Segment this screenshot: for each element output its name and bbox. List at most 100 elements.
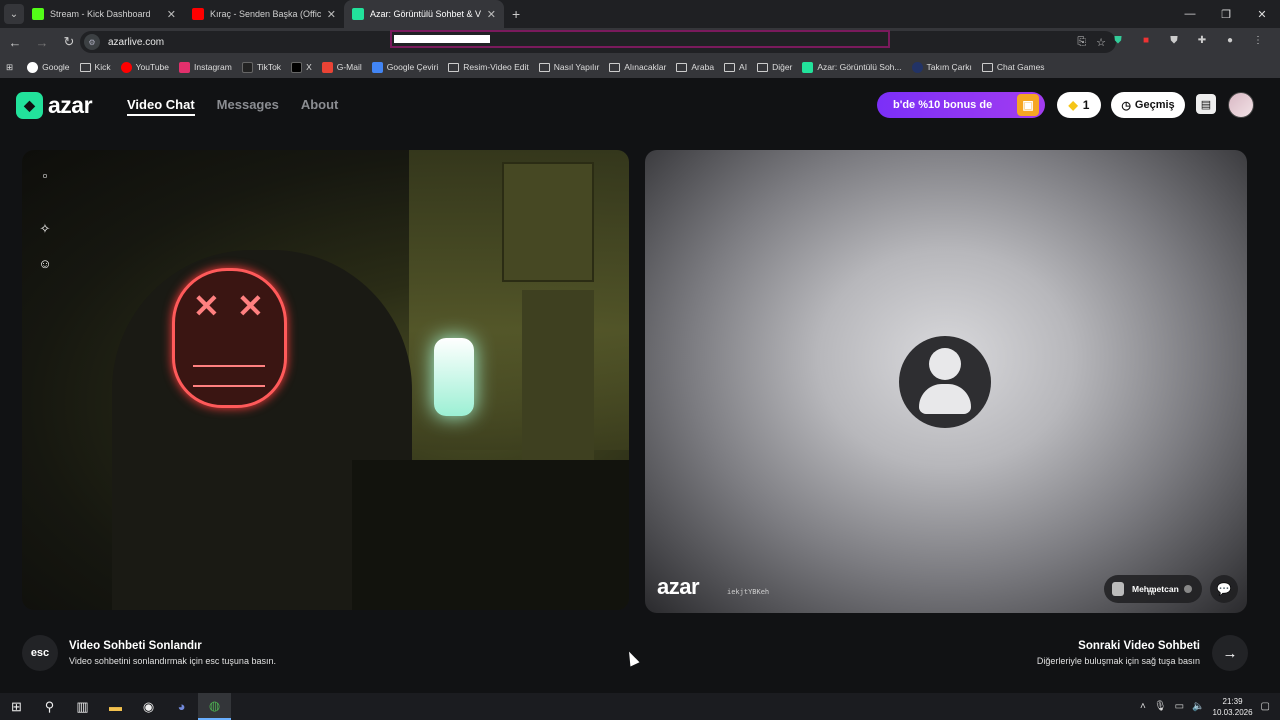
clock[interactable]: 21:39 10.03.2026	[1213, 696, 1253, 718]
notification-icon[interactable]: ▢	[1261, 701, 1270, 712]
history-button[interactable]: ◷ Geçmiş	[1111, 92, 1185, 118]
mouse-cursor	[624, 649, 640, 667]
gem-counter[interactable]: ◆ 1	[1057, 92, 1101, 118]
folder-icon	[981, 62, 993, 72]
bookmark-ai[interactable]: AI	[724, 62, 747, 72]
led-mask: ✕ ✕	[172, 268, 287, 408]
bookmark-tiktok[interactable]: TikTok	[241, 61, 281, 73]
azar-logo[interactable]: ◆ azar	[16, 92, 93, 119]
obs-icon[interactable]: ◉	[132, 693, 165, 720]
bookmark-gmail[interactable]: G-Mail	[321, 61, 362, 73]
nav-video-chat[interactable]: Video Chat	[127, 97, 195, 116]
bookmark-label: Instagram	[194, 62, 232, 72]
bookmark-label: Resim-Video Edit	[463, 62, 529, 72]
close-icon[interactable]: ✕	[487, 8, 496, 21]
promo-text: b'de %10 bonus de	[893, 99, 993, 111]
chrome-icon[interactable]: ◍	[198, 693, 231, 720]
local-video: ✕ ✕	[22, 150, 629, 610]
nav-messages[interactable]: Messages	[217, 97, 279, 116]
tab-kick-dashboard[interactable]: Stream - Kick Dashboard ✕	[24, 0, 184, 28]
site-info-icon[interactable]: ⚙	[84, 34, 100, 50]
minimize-icon[interactable]: —	[1172, 0, 1208, 28]
bookmark-label: Kick	[94, 62, 111, 72]
bookmark-google[interactable]: Google	[27, 61, 70, 73]
end-chat-title: Video Sohbeti Sonlandır	[69, 640, 202, 652]
clock-icon: ◷	[1121, 99, 1131, 112]
bookmark-x[interactable]: X	[291, 61, 312, 73]
image-icon[interactable]: ▫	[34, 164, 56, 186]
shop-icon[interactable]: ▤	[1196, 94, 1216, 114]
bookmark-takim-carki[interactable]: Takım Çarkı	[911, 61, 972, 73]
close-icon[interactable]: ✕	[327, 8, 336, 21]
bookmark-label: X	[306, 62, 312, 72]
peer-country: TR	[1147, 591, 1155, 597]
search-icon[interactable]: ⚲	[33, 693, 66, 720]
start-icon[interactable]: ⊞	[0, 693, 33, 720]
chevron-up-icon[interactable]: ˄	[1140, 701, 1146, 712]
history-label: Geçmiş	[1134, 99, 1175, 111]
gem-count: 1	[1082, 98, 1090, 112]
restore-icon[interactable]: ❐	[1208, 0, 1244, 28]
bookmark-azar[interactable]: Azar: Görüntülü Soh...	[802, 61, 902, 73]
bookmark-instagram[interactable]: Instagram	[179, 61, 232, 73]
logo-text: azar	[48, 92, 93, 118]
system-tray: ˄ 🎙 ▭ 🔈 21:39 10.03.2026 ▢	[1140, 693, 1270, 720]
extension-red-icon[interactable]: ■	[1138, 32, 1154, 48]
placeholder-body	[919, 384, 971, 414]
nav-about[interactable]: About	[301, 97, 339, 116]
mask-eye: ✕	[237, 288, 264, 324]
bookmark-star-icon[interactable]: ☆	[1096, 36, 1106, 49]
file-explorer-icon[interactable]: ▬	[99, 693, 132, 720]
new-tab-button[interactable]: +	[512, 6, 520, 22]
bookmark-google-ceviri[interactable]: Google Çeviri	[371, 61, 438, 73]
desk	[352, 460, 629, 610]
end-chat-button[interactable]: esc	[22, 635, 58, 671]
task-view-icon[interactable]: ▥	[66, 693, 99, 720]
bookmark-araba[interactable]: Araba	[676, 62, 714, 72]
bookmark-label: Chat Games	[996, 62, 1045, 72]
apps-icon[interactable]: ⊞	[6, 62, 13, 73]
sticker-icon[interactable]: ☺	[34, 252, 56, 274]
install-icon[interactable]: ⎘	[1077, 36, 1086, 49]
bookmark-kick[interactable]: Kick	[79, 62, 111, 72]
chat-bubble-icon[interactable]: 💬	[1210, 575, 1238, 603]
discord-icon[interactable]: ◕	[165, 693, 198, 720]
peer-badge[interactable]: Mehmetcan TR	[1104, 575, 1202, 603]
tiktok-icon	[241, 61, 253, 73]
avatar[interactable]	[1228, 92, 1254, 118]
profile-icon[interactable]: ●	[1222, 32, 1238, 48]
network-icon[interactable]: ▭	[1175, 701, 1184, 712]
tab-azar[interactable]: Azar: Görüntülü Sohbet & V ✕	[344, 0, 504, 28]
tab-youtube[interactable]: Kıraç - Senden Başka (Official V ✕	[184, 0, 344, 28]
bookmark-resim-video[interactable]: Resim-Video Edit	[448, 62, 529, 72]
close-window-icon[interactable]: ✕	[1244, 0, 1280, 28]
shield-icon[interactable]: ⛊	[1110, 32, 1126, 48]
bookmark-nasil-yapilir[interactable]: Nasıl Yapılır	[538, 62, 600, 72]
bookmark-label: Google	[42, 62, 70, 72]
diamond-icon: ◆	[1068, 98, 1078, 112]
folder-icon	[676, 62, 688, 72]
volume-icon[interactable]: 🔈	[1192, 701, 1204, 712]
menu-icon[interactable]: ⋮	[1250, 32, 1266, 48]
promo-banner[interactable]: b'de %10 bonus de ▣	[877, 92, 1045, 118]
microphone-icon[interactable]: 🎙	[1154, 701, 1167, 712]
bookmark-alinacaklar[interactable]: Alınacaklar	[609, 62, 666, 72]
bookmark-diger[interactable]: Diğer	[757, 62, 792, 72]
bookmark-chat-games[interactable]: Chat Games	[981, 62, 1045, 72]
end-chat-hint: Video sohbetini sonlandırmak için esc tu…	[69, 656, 276, 666]
bookmark-youtube[interactable]: YouTube	[120, 61, 169, 73]
forward-icon[interactable]: →	[30, 30, 54, 54]
extensions: ⛊ ■ ⛊ ✚ ● ⋮	[1110, 32, 1266, 48]
bookmark-label: Takım Çarkı	[926, 62, 972, 72]
close-icon[interactable]: ✕	[167, 8, 176, 21]
next-chat-button[interactable]: →	[1212, 635, 1248, 671]
tab-search-button[interactable]: ⌄	[4, 4, 24, 24]
puzzle-icon[interactable]: ✚	[1194, 32, 1210, 48]
desk-lamp	[434, 338, 474, 416]
reload-icon[interactable]: ↻	[57, 30, 81, 54]
folder-icon	[79, 62, 91, 72]
vpn-icon[interactable]: ⛊	[1166, 32, 1182, 48]
magic-wand-icon[interactable]: ✧	[34, 218, 56, 240]
back-icon[interactable]: ←	[3, 30, 27, 54]
bookmark-label: Nasıl Yapılır	[553, 62, 600, 72]
